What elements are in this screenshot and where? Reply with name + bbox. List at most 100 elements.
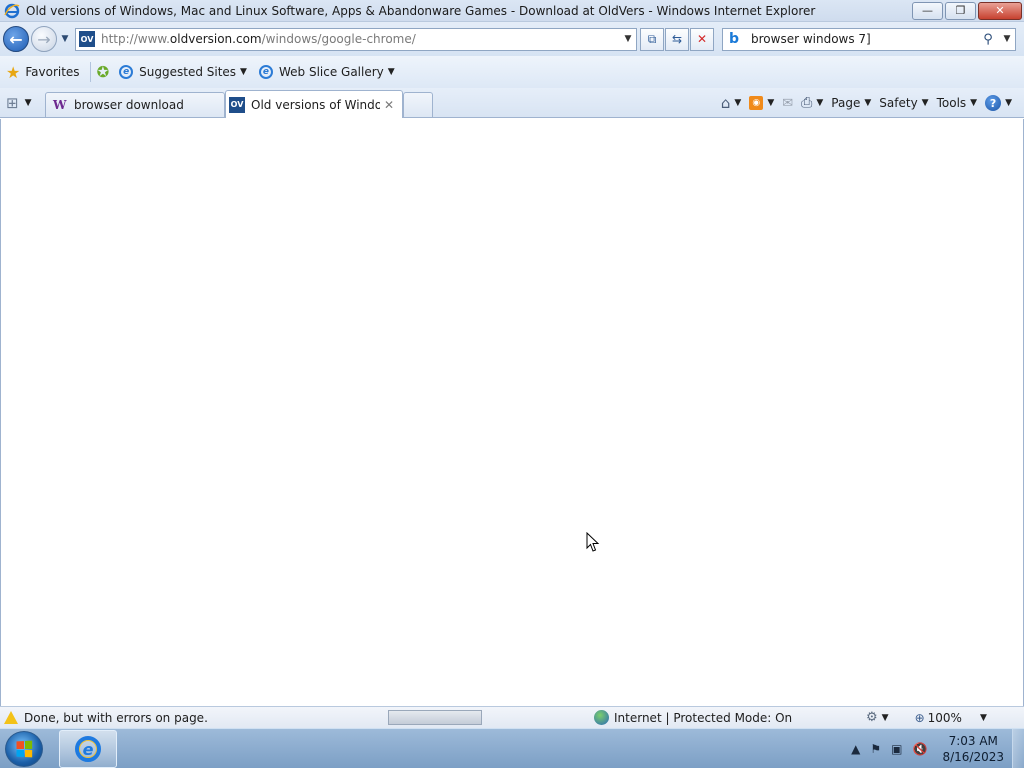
zone-text: Internet | Protected Mode: On	[614, 710, 793, 725]
warning-icon[interactable]	[4, 711, 18, 724]
address-bar[interactable]: OV http://www.oldversion.com/windows/goo…	[75, 27, 637, 51]
favorites-label: Favorites	[25, 65, 80, 79]
tab-row: ⊞ ▼ W browser download OV Old versions o…	[0, 88, 1024, 118]
stop-button[interactable]: ✕	[690, 27, 714, 51]
compatibility-view-button[interactable]: ⧉	[640, 27, 664, 51]
chevron-down-icon[interactable]: ▼	[816, 98, 823, 108]
clock-date: 8/16/2023	[942, 750, 1004, 764]
chevron-down-icon[interactable]: ▼	[980, 713, 987, 723]
chevron-down-icon: ▼	[970, 98, 978, 108]
system-tray: ▲ ⚑ ▣ 🔇 7:03 AM 8/16/2023	[846, 729, 1024, 768]
search-box[interactable]: b browser windows 7] ⚲ ▼	[722, 27, 1016, 51]
help-icon: ?	[985, 95, 1002, 111]
help-button[interactable]: ? ▼	[981, 92, 1016, 114]
ie-logo-icon	[4, 3, 20, 18]
navigation-bar: ← → ▼ OV http://www.oldversion.com/windo…	[0, 22, 1024, 56]
chevron-down-icon: ▼	[864, 98, 872, 108]
quick-tabs-icon: ⊞	[6, 93, 19, 112]
clock-time: 7:03 AM	[948, 734, 998, 748]
recent-pages-dropdown[interactable]: ▼	[59, 34, 71, 44]
feeds-button[interactable]: ◉ ▼	[745, 92, 778, 114]
site-favicon: OV	[79, 31, 95, 47]
tab-label: Old versions of Windo...	[251, 97, 380, 112]
close-window-button[interactable]: ✕	[978, 1, 1022, 20]
flag-icon[interactable]: ⚑	[870, 742, 881, 756]
network-icon[interactable]: ▣	[891, 742, 902, 756]
favorites-button[interactable]: ★ Favorites	[0, 60, 86, 84]
volume-muted-icon[interactable]: 🔇	[913, 742, 928, 756]
show-desktop-button[interactable]	[1012, 729, 1024, 768]
refresh-button[interactable]: ⇆	[665, 27, 689, 51]
refresh-icon: ⇆	[671, 32, 683, 46]
add-favorite-icon: ✪	[96, 63, 110, 81]
forward-button[interactable]: →	[31, 26, 57, 52]
compatibility-icon: ⧉	[647, 31, 657, 46]
print-icon: ⎙	[801, 95, 813, 111]
address-input[interactable]: http://www.oldversion.com/windows/google…	[101, 32, 620, 46]
start-button[interactable]	[5, 731, 43, 767]
ie-page-icon: e	[119, 65, 134, 79]
status-bar: Done, but with errors on page. Internet …	[0, 706, 1024, 728]
window-title: Old versions of Windows, Mac and Linux S…	[26, 3, 816, 18]
chevron-down-icon[interactable]: ▼	[882, 713, 889, 723]
page-menu[interactable]: Page ▼	[827, 92, 875, 114]
command-bar: ⌂ ▼ ◉ ▼ ✉ ⎙ ▼ Page ▼ Safety ▼ Tools ▼ ? ▼	[717, 91, 1016, 115]
forward-icon: →	[37, 29, 51, 49]
settings-icon[interactable]: ⚙	[866, 710, 878, 725]
star-icon: ★	[6, 62, 21, 82]
page-content[interactable]	[0, 119, 1024, 706]
url-path: /windows/google-chrome/	[261, 32, 416, 46]
zoom-control[interactable]: ⊕ 100% ▼	[915, 711, 987, 725]
tab-label: browser download	[74, 98, 184, 112]
clock[interactable]: 7:03 AM 8/16/2023	[942, 733, 1004, 765]
globe-icon	[594, 710, 609, 725]
web-slice-gallery-label: Web Slice Gallery	[278, 65, 384, 79]
chevron-down-icon[interactable]: ▼	[734, 98, 741, 108]
page-menu-label: Page	[831, 96, 861, 110]
search-input[interactable]: browser windows 7]	[751, 32, 977, 46]
read-mail-button[interactable]: ✉	[778, 92, 797, 114]
rss-icon: ◉	[749, 96, 764, 110]
chevron-down-icon: ▼	[240, 67, 247, 77]
mouse-pointer-icon	[586, 532, 600, 552]
home-button[interactable]: ⌂ ▼	[717, 92, 745, 114]
tab-list-dropdown[interactable]: ▼	[25, 98, 32, 108]
new-tab-button[interactable]	[403, 92, 433, 117]
web-slice-gallery-button[interactable]: e Web Slice Gallery ▼	[253, 60, 401, 84]
chevron-down-icon[interactable]: ▼	[1005, 98, 1012, 108]
chevron-down-icon[interactable]: ▼	[767, 98, 774, 108]
stop-icon: ✕	[696, 32, 708, 46]
show-hidden-icons-icon[interactable]: ▲	[851, 742, 860, 756]
progress-bar	[388, 710, 482, 725]
tools-menu-label: Tools	[936, 96, 967, 110]
windows-logo-icon	[16, 740, 33, 758]
tools-menu[interactable]: Tools ▼	[933, 92, 981, 114]
search-options-dropdown[interactable]: ▼	[999, 34, 1015, 44]
chevron-down-icon: ▼	[387, 67, 395, 77]
suggested-sites-button[interactable]: e Suggested Sites ▼	[113, 60, 253, 84]
search-icon[interactable]: ⚲	[977, 32, 999, 47]
taskbar: e ▲ ⚑ ▣ 🔇 7:03 AM 8/16/2023	[0, 728, 1024, 768]
print-button[interactable]: ⎙ ▼	[797, 92, 827, 114]
site-favicon: OV	[229, 96, 245, 113]
safety-menu[interactable]: Safety ▼	[875, 92, 932, 114]
restore-button[interactable]: ❐	[945, 1, 976, 20]
home-icon: ⌂	[720, 94, 731, 112]
url-prefix: http://www.	[101, 32, 170, 46]
minimize-button[interactable]: —	[912, 1, 943, 20]
zoom-icon: ⊕	[914, 710, 925, 725]
taskbar-internet-explorer[interactable]: e	[59, 730, 117, 768]
address-dropdown[interactable]: ▼	[620, 34, 636, 44]
tab-old-versions[interactable]: OV Old versions of Windo... ✕	[225, 90, 403, 118]
safety-menu-label: Safety	[879, 96, 918, 110]
separator	[89, 62, 91, 82]
security-zone[interactable]: Internet | Protected Mode: On	[594, 710, 864, 725]
quick-tabs-button[interactable]: ⊞ ▼	[6, 91, 44, 114]
tab-browser-download[interactable]: W browser download	[45, 92, 225, 117]
back-button[interactable]: ←	[3, 26, 29, 52]
add-to-favorites-bar-button[interactable]: ✪	[95, 60, 114, 84]
ie-logo-icon: e	[75, 736, 101, 762]
title-bar: Old versions of Windows, Mac and Linux S…	[0, 0, 1024, 22]
status-text[interactable]: Done, but with errors on page.	[24, 711, 362, 725]
close-tab-icon[interactable]: ✕	[380, 98, 398, 112]
